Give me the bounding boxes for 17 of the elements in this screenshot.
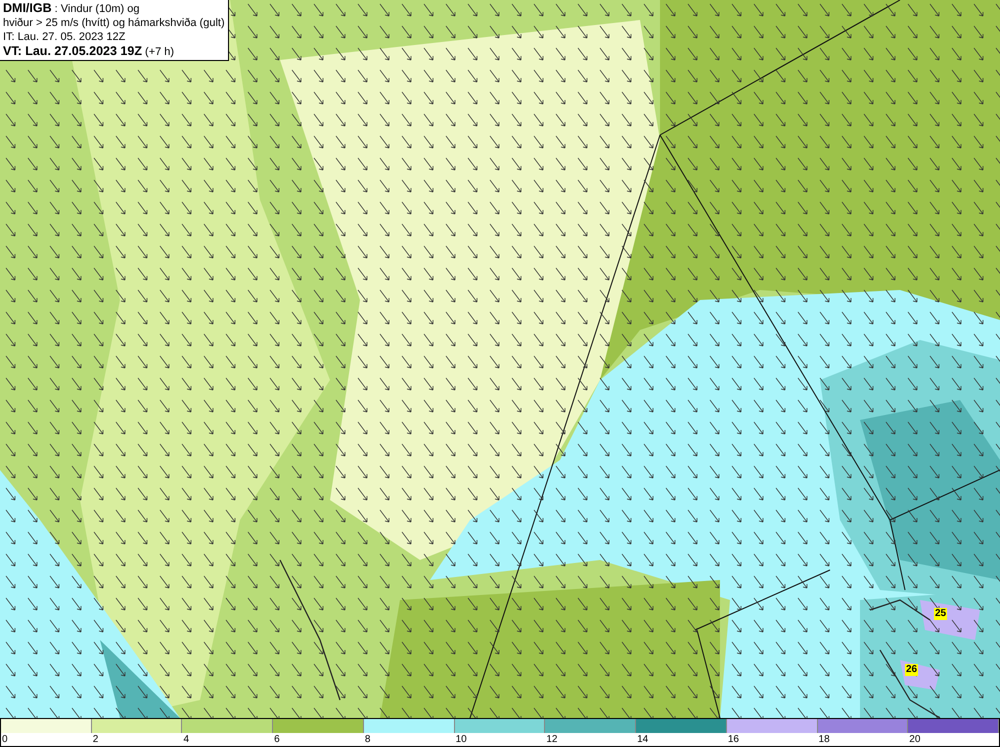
map-subtitle: hviður > 25 m/s (hvítt) og hámarkshviða (gult) [3, 16, 225, 30]
legend-tick-label: 4 [182, 733, 190, 747]
issue-time: IT: Lau. 27. 05. 2023 12Z [3, 30, 126, 44]
legend-tick-label: 8 [364, 733, 370, 747]
gust-label: 26 [905, 664, 918, 676]
legend-tick-label: 16 [726, 733, 739, 747]
legend-tick-label: 6 [273, 733, 280, 747]
legend-tick-label: 0 [1, 733, 8, 747]
legend-tick-label: 18 [818, 733, 830, 747]
legend-tick-label: 20 [908, 733, 920, 747]
legend-tick-label: 2 [92, 733, 98, 747]
legend-tick-label: 12 [545, 733, 558, 747]
gust-label: 25 [934, 608, 948, 620]
legend-tick-label: 10 [454, 733, 467, 747]
legend-tick-label: 14 [636, 733, 648, 747]
valid-time: VT: Lau. 27.05.2023 19Z (+7 h) [3, 44, 176, 59]
map-title: DMI/IGB : Vindur (10m) og [3, 1, 140, 16]
